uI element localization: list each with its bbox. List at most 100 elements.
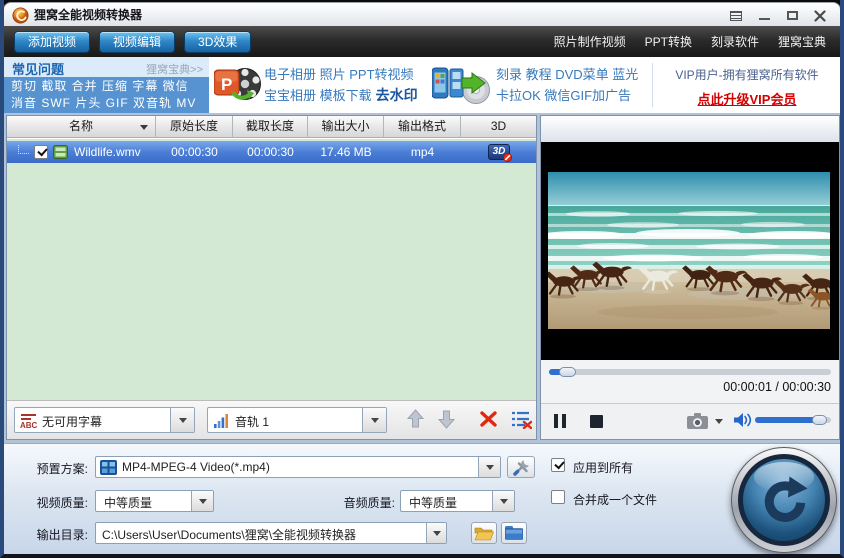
column-header-name[interactable]: 名称 [7, 116, 156, 138]
output-settings-panel: 预置方案: MP4-MPEG-4 Video(*.mp4) 应用到所有 视频质量… [4, 443, 840, 555]
tree-branch-mark [18, 145, 29, 154]
preset-select[interactable]: MP4-MPEG-4 Video(*.mp4) [95, 456, 501, 478]
audio-track-select[interactable]: 音轨 1 [207, 407, 387, 433]
preset-select-value: MP4-MPEG-4 Video(*.mp4) [122, 460, 270, 474]
vip-text: VIP用户-拥有狸窝所有软件 [654, 66, 840, 83]
output-dir-value: C:\Users\User\Documents\狸窝\全能视频转换器 [102, 526, 356, 543]
preset-dropdown-button[interactable] [478, 457, 500, 477]
close-button[interactable] [810, 8, 830, 23]
subtitle-dropdown-button[interactable] [170, 408, 194, 432]
snapshot-camera-button[interactable] [687, 413, 709, 429]
video-file-icon [53, 145, 68, 159]
table-row[interactable]: Wildlife.wmv 00:00:30 00:00:30 17.46 MB … [7, 141, 536, 163]
merge-files-checkbox[interactable] [551, 490, 565, 504]
file-name: Wildlife.wmv [74, 145, 141, 159]
effect-3d-button[interactable]: 3D效果 [184, 31, 251, 53]
minimize-button[interactable] [754, 8, 774, 23]
browse-folder-button[interactable] [501, 522, 527, 544]
convert-arrow-icon [755, 469, 815, 529]
menu-ppt-convert[interactable]: PPT转换 [645, 33, 692, 50]
minimize-icon [759, 18, 770, 20]
merge-files-label[interactable]: 合并成一个文件 [573, 491, 657, 508]
promo1-line2[interactable]: 宝宝相册 模板下载去水印 [264, 85, 418, 106]
playback-progress-bar[interactable] [549, 369, 831, 375]
video-display[interactable] [541, 142, 839, 360]
apply-all-checkbox[interactable] [551, 458, 565, 472]
burn-device-icon [432, 63, 490, 107]
file-original-length: 00:00:30 [156, 145, 233, 159]
tag-line-2[interactable]: 消音 SWF 片头 GIF 双音轨 MV [11, 95, 209, 112]
file-list-panel: 名称 原始长度 截取长度 输出大小 输出格式 3D Wildlife.wmv 0… [6, 115, 537, 440]
ppt-album-icon: P [214, 63, 262, 107]
file-output-size: 17.46 MB [308, 145, 384, 159]
preview-panel: 00:00:01 / 00:00:30 [540, 115, 840, 440]
maximize-button[interactable] [782, 8, 802, 23]
audio-track-dropdown-button[interactable] [362, 408, 386, 432]
promo1-text[interactable]: 电子相册 照片 PPT转视频 宝宝相册 模板下载去水印 [264, 64, 418, 106]
volume-slider[interactable] [755, 417, 831, 423]
volume-handle[interactable] [812, 415, 827, 425]
tag-line-1[interactable]: 剪切 截取 合并 压缩 字幕 微信 [11, 78, 209, 95]
window-menu-button[interactable] [726, 8, 746, 23]
sort-arrow-icon [140, 125, 148, 130]
pause-button[interactable] [554, 414, 566, 428]
chevron-down-icon [179, 418, 187, 423]
chevron-down-icon [486, 465, 494, 470]
menu-burn-software[interactable]: 刻录软件 [711, 33, 759, 50]
volume-fill [755, 417, 817, 423]
preset-settings-button[interactable] [507, 456, 535, 478]
maximize-icon [787, 11, 798, 20]
video-quality-select[interactable]: 中等质量 [95, 490, 214, 512]
volume-speaker-icon[interactable] [734, 412, 752, 428]
audio-quality-value: 中等质量 [409, 494, 457, 511]
subtitle-select[interactable]: ABC 无可用字幕 [14, 407, 195, 433]
add-video-button[interactable]: 添加视频 [14, 31, 90, 53]
stop-button[interactable] [590, 415, 603, 428]
titlebar-surface: 狸窝全能视频转换器 [3, 2, 841, 26]
promo-banner: 常见问题 狸窝宝典>> 剪切 截取 合并 压缩 字幕 微信 消音 SWF 片头 … [4, 57, 840, 113]
remove-file-button[interactable] [479, 410, 498, 428]
column-header-output-format[interactable]: 输出格式 [384, 116, 461, 138]
promo1-line1[interactable]: 电子相册 照片 PPT转视频 [264, 64, 418, 85]
menu-leawo-baodian[interactable]: 狸窝宝典 [778, 33, 826, 50]
audio-quality-select[interactable]: 中等质量 [400, 490, 515, 512]
move-up-button[interactable] [407, 409, 424, 429]
output-dir-dropdown-button[interactable] [426, 523, 446, 543]
vip-upgrade-link[interactable]: 点此升级VIP会员 [654, 89, 840, 108]
column-header-output-size[interactable]: 输出大小 [308, 116, 384, 138]
window-title: 狸窝全能视频转换器 [34, 7, 142, 24]
snapshot-dropdown-arrow[interactable] [715, 419, 723, 424]
promo2-line2[interactable]: 卡拉OK 微信GIF加广告 [496, 85, 638, 106]
titlebar: 狸窝全能视频转换器 [0, 0, 844, 26]
column-header-original-length[interactable]: 原始长度 [156, 116, 233, 138]
faq-more-link[interactable]: 狸窝宝典>> [146, 61, 203, 77]
menu-photo-to-video[interactable]: 照片制作视频 [554, 33, 626, 50]
audio-quality-dropdown-button[interactable] [492, 491, 514, 511]
progress-handle[interactable] [559, 367, 576, 377]
file-list[interactable]: Wildlife.wmv 00:00:30 00:00:30 17.46 MB … [7, 139, 536, 400]
feature-tag-cloud[interactable]: 剪切 截取 合并 压缩 字幕 微信 消音 SWF 片头 GIF 双音轨 MV [4, 77, 209, 113]
column-header-cut-length[interactable]: 截取长度 [233, 116, 308, 138]
subtitle-icon: ABC [20, 413, 37, 429]
list-toolbar: ABC 无可用字幕 音轨 1 [7, 400, 536, 439]
video-quality-dropdown-button[interactable] [191, 491, 213, 511]
column-name-label: 名称 [69, 119, 93, 133]
promo1-watermark-link[interactable]: 去水印 [376, 87, 418, 103]
promo1-line2-text[interactable]: 宝宝相册 模板下载 [264, 88, 372, 103]
promo2-text[interactable]: 刻录 教程 DVD菜单 蓝光 卡拉OK 微信GIF加广告 [496, 64, 638, 106]
promo2-line1[interactable]: 刻录 教程 DVD菜单 蓝光 [496, 64, 638, 85]
output-dir-label: 输出目录: [8, 526, 88, 543]
video-edit-label: 视频编辑 [113, 33, 161, 50]
faq-title[interactable]: 常见问题 [12, 59, 64, 78]
audio-quality-label: 音频质量: [315, 494, 395, 511]
open-folder-button[interactable] [471, 522, 497, 544]
video-edit-button[interactable]: 视频编辑 [99, 31, 175, 53]
move-down-button[interactable] [438, 409, 455, 429]
row-checkbox[interactable] [34, 145, 48, 159]
row-3d-toggle[interactable]: 3D [488, 144, 510, 160]
start-convert-button[interactable] [731, 447, 837, 553]
apply-all-label[interactable]: 应用到所有 [573, 459, 633, 476]
column-header-3d[interactable]: 3D [461, 116, 536, 138]
output-dir-field[interactable]: C:\Users\User\Documents\狸窝\全能视频转换器 [95, 522, 447, 544]
clear-list-button[interactable] [511, 410, 532, 429]
